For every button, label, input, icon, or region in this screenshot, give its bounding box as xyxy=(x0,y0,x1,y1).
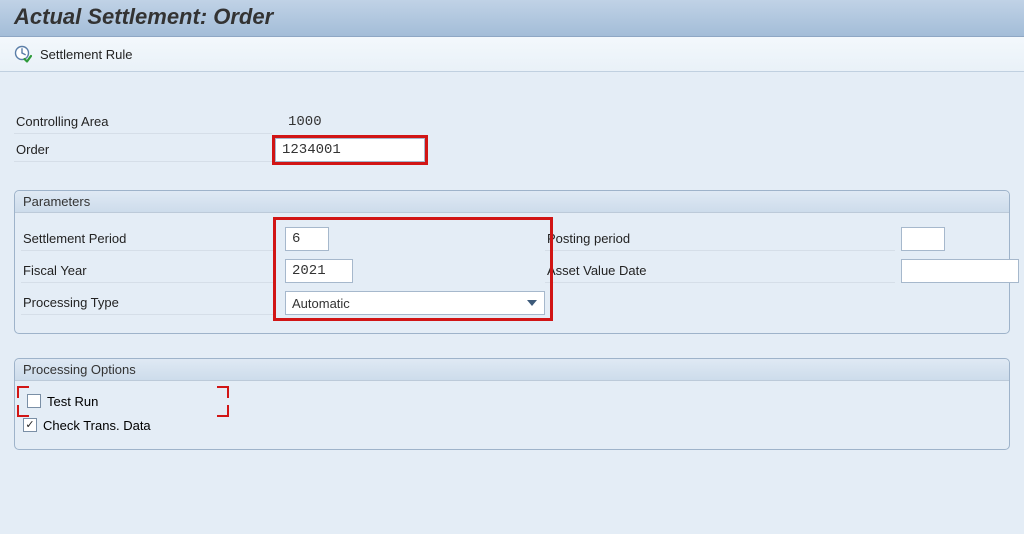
order-highlight xyxy=(272,135,428,165)
asset-value-date-label: Asset Value Date xyxy=(545,259,895,283)
test-run-checkbox[interactable] xyxy=(27,394,41,408)
processing-type-select[interactable] xyxy=(285,291,545,315)
toolbar: Settlement Rule xyxy=(0,37,1024,72)
test-run-label: Test Run xyxy=(47,394,98,409)
processing-options-group: Processing Options Test Run ✓ Check Tran… xyxy=(14,358,1010,450)
order-input[interactable] xyxy=(275,138,425,162)
page-title-text: Actual Settlement: Order xyxy=(14,4,273,29)
posting-period-input[interactable] xyxy=(901,227,945,251)
posting-period-label: Posting period xyxy=(545,227,895,251)
check-trans-data-label: Check Trans. Data xyxy=(43,418,151,433)
processing-type-label: Processing Type xyxy=(21,291,273,315)
page-title: Actual Settlement: Order xyxy=(0,0,1024,37)
asset-value-date-input[interactable] xyxy=(901,259,1019,283)
settlement-period-input[interactable] xyxy=(285,227,329,251)
processing-options-header: Processing Options xyxy=(15,359,1009,381)
parameters-group: Parameters Settlement Period Fiscal Year… xyxy=(14,190,1010,334)
order-label: Order xyxy=(14,138,272,162)
check-trans-data-checkbox[interactable]: ✓ xyxy=(23,418,37,432)
settlement-rule-button[interactable]: Settlement Rule xyxy=(40,47,133,62)
controlling-area-value: 1000 xyxy=(272,114,322,130)
settlement-period-label: Settlement Period xyxy=(21,227,273,251)
controlling-area-label: Controlling Area xyxy=(14,110,272,134)
content-area: Controlling Area 1000 Order Parameters S… xyxy=(0,72,1024,488)
fiscal-year-label: Fiscal Year xyxy=(21,259,273,283)
test-run-highlight: Test Run xyxy=(23,392,223,411)
parameters-header: Parameters xyxy=(15,191,1009,213)
top-fields: Controlling Area 1000 Order xyxy=(14,108,1010,164)
fiscal-year-input[interactable] xyxy=(285,259,353,283)
settlement-rule-icon[interactable] xyxy=(14,45,32,63)
